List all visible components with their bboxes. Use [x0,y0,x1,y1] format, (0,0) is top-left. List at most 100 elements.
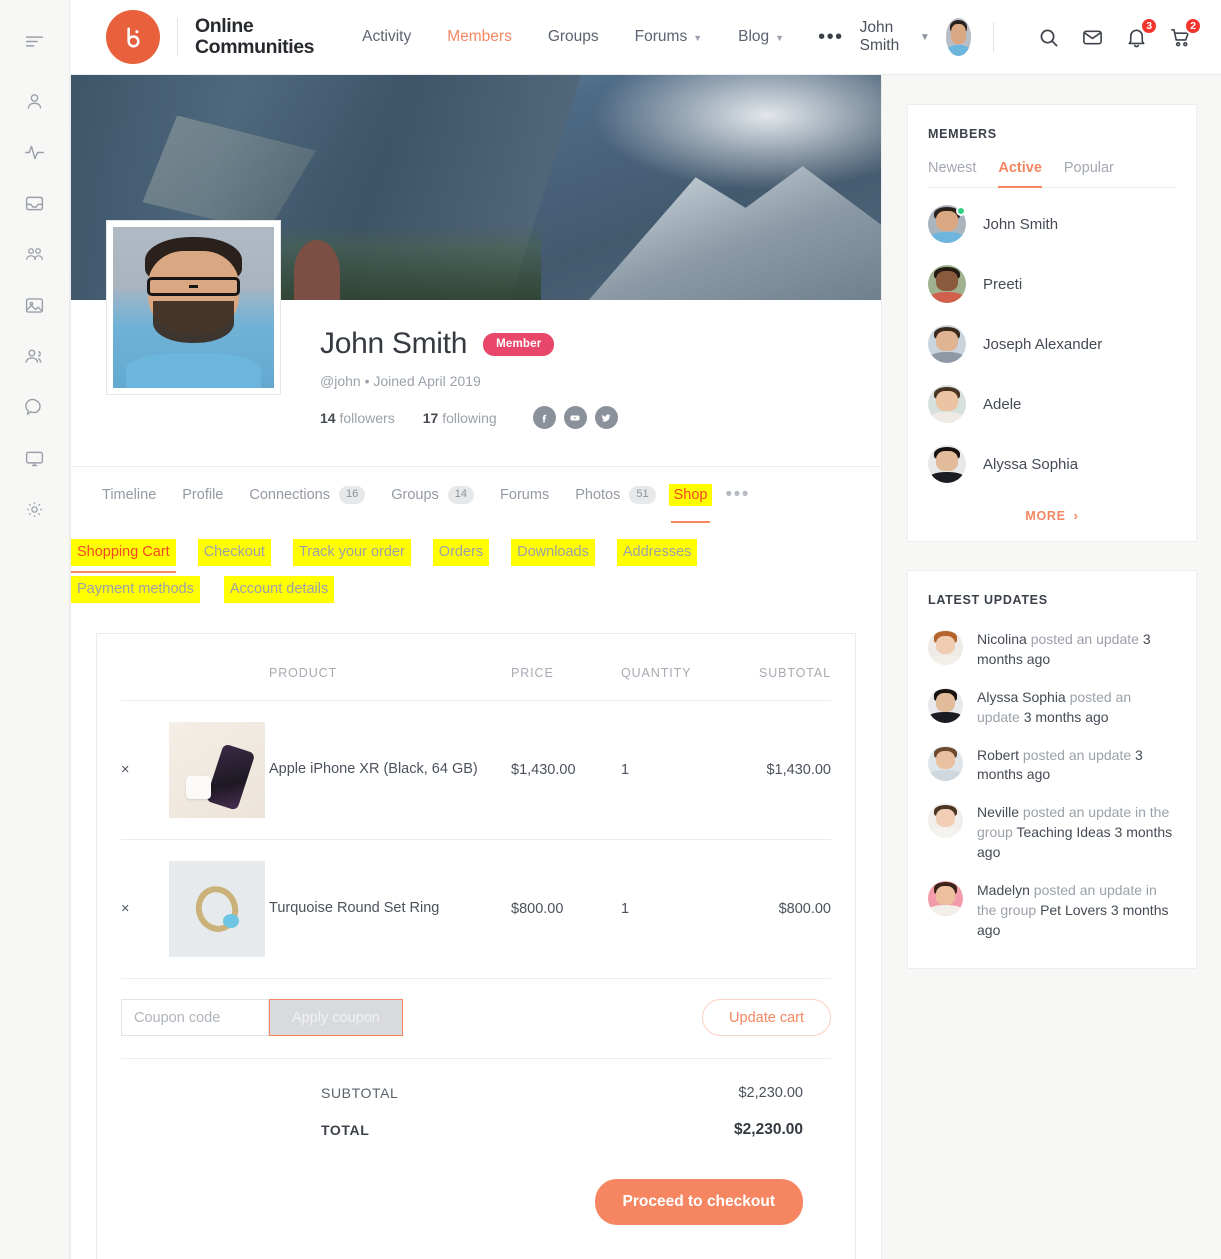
remove-item-button[interactable]: × [121,839,169,980]
nav-label: Blog [738,28,770,45]
chevron-right-icon: › [1073,508,1079,523]
coupon-input[interactable] [121,999,269,1037]
cart-section: PRODUCT PRICE QUANTITY SUBTOTAL × Apple … [71,603,881,1259]
subtotal-label: SUBTOTAL [321,1085,399,1102]
profile-avatar[interactable] [106,220,281,395]
list-item[interactable]: John Smith [928,194,1176,254]
nav-item-groups[interactable]: Groups [530,28,617,46]
tab-forums[interactable]: Forums [487,467,562,523]
gear-icon[interactable] [18,492,52,526]
tab-count: 14 [447,486,475,504]
subnav-addresses[interactable]: Addresses [616,539,698,567]
messages-inbox-icon[interactable] [1081,26,1104,49]
nav-item-blog[interactable]: Blog ▼ [720,28,802,46]
header-user-name[interactable]: John Smith [860,19,912,55]
menu-icon[interactable] [18,24,52,58]
groups-icon[interactable] [18,237,52,271]
update-text: Neville posted an update in the group Te… [977,803,1176,863]
twitter-icon[interactable] [594,406,618,429]
followers-stat[interactable]: 14 followers [320,410,395,426]
product-quantity[interactable]: 1 [621,839,721,980]
list-item[interactable]: Adele [928,374,1176,434]
following-stat[interactable]: 17 following [423,410,497,426]
nav-item-members[interactable]: Members [429,28,530,46]
bell-icon[interactable]: 3 [1125,16,1159,49]
update-user: Alyssa Sophia [977,688,1066,705]
product-quantity[interactable]: 1 [621,700,721,841]
tab-profile[interactable]: Profile [169,467,236,523]
main-nav: Activity Members Groups Forums ▼ Blog ▼ ••… [344,27,860,47]
member-name: Joseph Alexander [983,335,1103,353]
iphone-thumbnail[interactable] [169,722,265,819]
tab-photos[interactable]: Photos 51 [562,467,668,523]
ring-thumbnail[interactable] [169,861,265,958]
members-more-link[interactable]: MORE › [928,494,1176,523]
subnav-shopping-cart[interactable]: Shopping Cart [71,539,176,574]
glasses-icon [146,276,241,297]
tabs-more-button[interactable]: ••• [712,486,762,504]
list-item[interactable]: Neville posted an update in the group Te… [928,794,1176,872]
chat-icon[interactable] [18,390,52,424]
product-price: $800.00 [511,839,621,980]
members-widget: MEMBERS Newest Active Popular John Smith… [907,104,1197,542]
brand-line-2: Communities [195,36,315,58]
update-cart-button[interactable]: Update cart [702,999,831,1037]
monitor-icon[interactable] [18,441,52,475]
facebook-icon[interactable] [532,406,556,429]
tab-shop[interactable]: Shop [668,484,713,523]
list-item[interactable]: Alyssa Sophia [928,434,1176,494]
tab-connections[interactable]: Connections 16 [236,467,378,523]
nav-item-activity[interactable]: Activity [344,28,429,46]
tab-groups[interactable]: Groups 14 [378,467,487,523]
following-label: following [442,409,497,426]
nav-label: Activity [362,28,412,45]
proceed-to-checkout-button[interactable]: Proceed to checkout [594,1179,803,1226]
youtube-icon[interactable] [563,406,587,429]
inbox-icon[interactable] [18,186,52,220]
activity-icon[interactable] [18,135,52,169]
col-quantity: QUANTITY [621,658,721,702]
widget-tab-popular[interactable]: Popular [1064,160,1114,187]
col-thumbnail [169,658,269,702]
brand[interactable]: Online Communities [106,10,315,64]
update-action: posted an update [1026,631,1143,647]
product-name[interactable]: Apple iPhone XR (Black, 64 GB) [269,700,511,841]
chevron-down-icon: ▼ [775,33,785,43]
product-name[interactable]: Turquoise Round Set Ring [269,839,511,980]
update-time: 3 months ago [1023,708,1109,725]
avatar[interactable] [945,18,972,56]
subnav-checkout[interactable]: Checkout [197,539,271,567]
cart-icon[interactable]: 2 [1169,16,1203,49]
list-item[interactable]: Robert posted an update 3 months ago [928,737,1176,795]
person-icon[interactable] [18,84,52,118]
subnav-orders[interactable]: Orders [432,539,490,567]
widget-tab-newest[interactable]: Newest [928,160,976,187]
widget-tab-active[interactable]: Active [998,160,1042,188]
list-item[interactable]: Joseph Alexander [928,314,1176,374]
list-item[interactable]: Madelyn posted an update in the group Pe… [928,872,1176,950]
apply-coupon-button[interactable]: Apply coupon [269,999,403,1037]
photo-icon[interactable] [18,288,52,322]
social-links [532,406,618,429]
total-value: $2,230.00 [734,1121,803,1139]
nav-item-forums[interactable]: Forums ▼ [617,28,720,46]
update-user: Robert [977,746,1020,763]
subnav-account-details[interactable]: Account details [223,576,335,604]
list-item[interactable]: Preeti [928,254,1176,314]
search-icon[interactable] [1037,26,1060,49]
chevron-down-icon[interactable]: ▼ [920,32,930,43]
subnav-payment-methods[interactable]: Payment methods [71,576,200,604]
checkout-row: Proceed to checkout [121,1159,831,1226]
nav-more-button[interactable]: ••• [802,27,860,47]
list-item[interactable]: Alyssa Sophia posted an update 3 months … [928,679,1176,737]
friends-icon[interactable] [18,339,52,373]
list-item[interactable]: Nicolina posted an update 3 months ago [928,621,1176,679]
member-name: Preeti [983,275,1023,293]
remove-item-button[interactable]: × [121,700,169,841]
tab-timeline[interactable]: Timeline [89,467,169,523]
product-subtotal: $800.00 [721,839,831,980]
update-text: Nicolina posted an update 3 months ago [977,630,1176,670]
subnav-track-your-order[interactable]: Track your order [292,539,411,567]
subnav-downloads[interactable]: Downloads [511,539,595,567]
avatar [928,880,963,916]
